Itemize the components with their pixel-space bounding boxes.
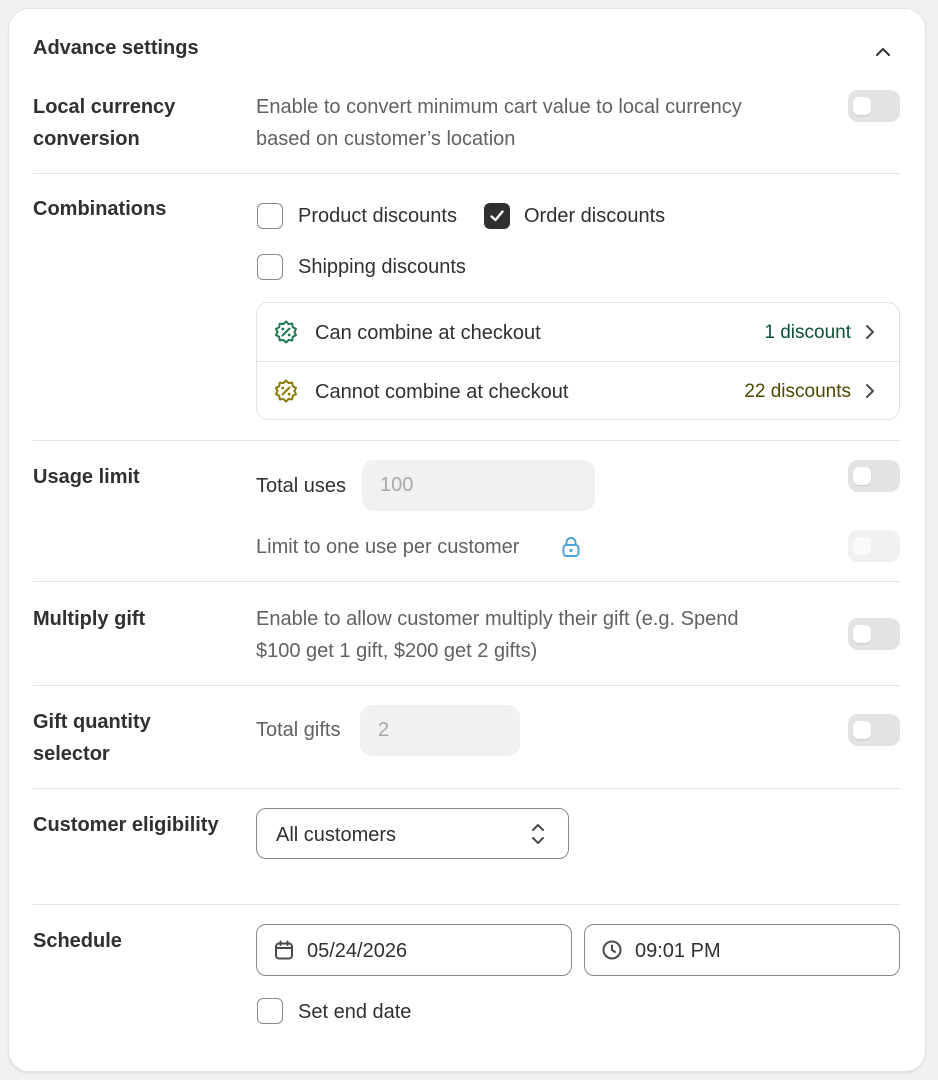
- product-discounts-label: Product discounts: [298, 205, 457, 227]
- cannot-combine-row[interactable]: Cannot combine at checkout 22 discounts: [257, 362, 899, 420]
- customer-eligibility-value: All customers: [276, 824, 397, 846]
- chevron-right-icon[interactable]: [863, 323, 877, 341]
- divider: [33, 173, 900, 174]
- gift-quantity-label: Gift quantity selector: [33, 711, 151, 765]
- start-time-value: 09:01 PM: [635, 940, 721, 962]
- start-time-field[interactable]: 09:01 PM: [584, 924, 900, 976]
- local-currency-label: Local currency conversion: [33, 96, 176, 150]
- one-use-per-customer-toggle[interactable]: [848, 530, 900, 562]
- checkmark-icon: [490, 210, 504, 222]
- gift-quantity-toggle[interactable]: [848, 714, 900, 746]
- total-gifts-input[interactable]: 2: [360, 705, 520, 756]
- shipping-discounts-label: Shipping discounts: [298, 256, 466, 278]
- combine-summary: Can combine at checkout 1 discount Canno…: [256, 302, 900, 420]
- local-currency-description: Enable to convert minimum cart value to …: [256, 96, 742, 150]
- chevron-up-icon[interactable]: [873, 42, 893, 62]
- start-date-field[interactable]: 05/24/2026: [256, 924, 572, 976]
- usage-limit-label: Usage limit: [33, 466, 140, 488]
- divider: [33, 788, 900, 789]
- local-currency-toggle[interactable]: [848, 90, 900, 122]
- can-combine-label: Can combine at checkout: [315, 322, 541, 344]
- cannot-combine-count[interactable]: 22 discounts: [744, 381, 851, 403]
- shipping-discounts-checkbox[interactable]: [257, 254, 283, 280]
- divider: [33, 904, 900, 905]
- divider: [33, 685, 900, 686]
- can-combine-row[interactable]: Can combine at checkout 1 discount: [257, 303, 899, 361]
- order-discounts-label: Order discounts: [524, 205, 666, 227]
- set-end-date-label: Set end date: [298, 1001, 412, 1023]
- multiply-gift-label: Multiply gift: [33, 608, 146, 630]
- usage-limit-toggle[interactable]: [848, 460, 900, 492]
- total-uses-label: Total uses: [256, 475, 347, 497]
- discount-badge-icon: [273, 378, 299, 404]
- customer-eligibility-select[interactable]: All customers: [256, 808, 569, 859]
- total-uses-input[interactable]: 100: [362, 460, 595, 511]
- order-discounts-checkbox[interactable]: [484, 203, 510, 229]
- clock-icon: [601, 939, 623, 961]
- cannot-combine-label: Cannot combine at checkout: [315, 381, 569, 403]
- chevron-right-icon[interactable]: [863, 382, 877, 400]
- divider: [33, 440, 900, 441]
- calendar-icon: [273, 939, 295, 961]
- discount-badge-icon: [273, 319, 299, 345]
- one-use-per-customer-label: Limit to one use per customer: [256, 536, 520, 558]
- product-discounts-checkbox[interactable]: [257, 203, 283, 229]
- divider: [33, 581, 900, 582]
- schedule-label: Schedule: [33, 930, 122, 952]
- multiply-gift-description: Enable to allow customer multiply their …: [256, 608, 739, 662]
- advance-settings-card: Advance settings Local currency conversi…: [9, 9, 925, 1071]
- set-end-date-checkbox[interactable]: [257, 998, 283, 1024]
- customer-eligibility-label: Customer eligibility: [33, 814, 219, 836]
- total-gifts-label: Total gifts: [256, 719, 341, 741]
- select-arrows-icon: [530, 821, 546, 847]
- can-combine-count[interactable]: 1 discount: [764, 322, 851, 344]
- multiply-gift-toggle[interactable]: [848, 618, 900, 650]
- lock-icon: [560, 535, 582, 559]
- combinations-label: Combinations: [33, 198, 167, 220]
- start-date-value: 05/24/2026: [307, 940, 408, 962]
- page-title: Advance settings: [33, 37, 199, 59]
